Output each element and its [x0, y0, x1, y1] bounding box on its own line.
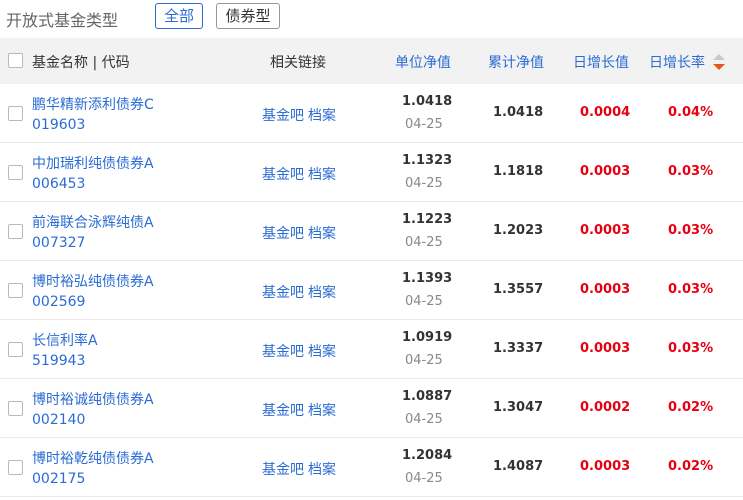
daily-increase-value: 0.0002: [580, 400, 631, 415]
archive-link[interactable]: 档案: [308, 344, 336, 360]
table-row: 博时裕弘纯债债券A 002569 基金吧 档案 1.1393 04-25 1.3557 0.0…: [0, 261, 743, 320]
unit-nav-value: 1.1223: [402, 212, 453, 227]
fund-bar-link[interactable]: 基金吧: [262, 462, 304, 478]
daily-increase-value: 0.0003: [580, 223, 631, 238]
row-checkbox[interactable]: [8, 342, 23, 357]
nav-date: 04-25: [405, 176, 443, 191]
accumulated-nav-value: 1.1818: [493, 164, 544, 179]
table-row: 长信利率A 519943 基金吧 档案 1.0919 04-25 1.3337 0.0003 0…: [0, 320, 743, 379]
daily-growth-rate: 0.03%: [668, 341, 714, 356]
fund-code-link[interactable]: 002175: [32, 471, 85, 487]
unit-nav-value: 1.1393: [402, 271, 453, 286]
row-checkbox[interactable]: [8, 460, 23, 475]
header-daily-inc[interactable]: 日增长值: [573, 52, 629, 72]
accumulated-nav-value: 1.2023: [493, 223, 544, 238]
archive-link[interactable]: 档案: [308, 226, 336, 242]
header-acc-nav[interactable]: 累计净值: [488, 52, 544, 72]
row-checkbox[interactable]: [8, 283, 23, 298]
row-checkbox[interactable]: [8, 106, 23, 121]
fund-bar-link[interactable]: 基金吧: [262, 344, 304, 360]
accumulated-nav-value: 1.0418: [493, 105, 544, 120]
fund-bar-link[interactable]: 基金吧: [262, 167, 304, 183]
fund-code-link[interactable]: 007327: [32, 235, 85, 251]
fund-name-link[interactable]: 中加瑞利纯债债券A: [32, 153, 154, 173]
daily-increase-value: 0.0004: [580, 105, 631, 120]
nav-date: 04-25: [405, 471, 443, 486]
fund-code-link[interactable]: 002140: [32, 412, 85, 428]
daily-increase-value: 0.0003: [580, 282, 631, 297]
fund-table: 基金名称 | 代码 相关链接 单位净值 累计净值 日增长值 日增长率 鹏华精新添…: [0, 38, 743, 497]
table-body: 鹏华精新添利债券C 019603 基金吧 档案 1.0418 04-25 1.0418 0.0…: [0, 84, 743, 497]
related-links: 基金吧 档案: [262, 459, 336, 479]
unit-nav-value: 1.1323: [402, 153, 453, 168]
daily-growth-rate: 0.04%: [668, 105, 714, 120]
accumulated-nav-value: 1.3047: [493, 400, 544, 415]
daily-growth-rate: 0.02%: [668, 400, 714, 415]
fund-code-link[interactable]: 019603: [32, 117, 85, 133]
row-checkbox[interactable]: [8, 401, 23, 416]
unit-nav-value: 1.0887: [402, 389, 453, 404]
select-all-checkbox[interactable]: [8, 53, 23, 68]
row-checkbox[interactable]: [8, 165, 23, 180]
filter-all-button[interactable]: 全部: [155, 3, 203, 29]
daily-growth-rate: 0.02%: [668, 459, 714, 474]
row-checkbox[interactable]: [8, 224, 23, 239]
archive-link[interactable]: 档案: [308, 462, 336, 478]
related-links: 基金吧 档案: [262, 223, 336, 243]
filter-bond-button[interactable]: 债券型: [216, 3, 280, 29]
unit-nav-value: 1.0418: [402, 94, 453, 109]
accumulated-nav-value: 1.4087: [493, 459, 544, 474]
fund-name-link[interactable]: 鹏华精新添利债券C: [32, 94, 154, 114]
header-daily-rate[interactable]: 日增长率: [649, 52, 705, 72]
fund-name-link[interactable]: 长信利率A: [32, 330, 98, 350]
related-links: 基金吧 档案: [262, 341, 336, 361]
related-links: 基金吧 档案: [262, 164, 336, 184]
table-row: 鹏华精新添利债券C 019603 基金吧 档案 1.0418 04-25 1.0418 0.0…: [0, 84, 743, 143]
fund-bar-link[interactable]: 基金吧: [262, 285, 304, 301]
daily-growth-rate: 0.03%: [668, 164, 714, 179]
table-header: 基金名称 | 代码 相关链接 单位净值 累计净值 日增长值 日增长率: [0, 38, 743, 84]
archive-link[interactable]: 档案: [308, 403, 336, 419]
nav-date: 04-25: [405, 235, 443, 250]
sort-desc-icon[interactable]: [712, 53, 726, 71]
filter-title: 开放式基金类型: [6, 11, 119, 30]
nav-date: 04-25: [405, 294, 443, 309]
fund-name-link[interactable]: 博时裕诚纯债债券A: [32, 389, 154, 409]
related-links: 基金吧 档案: [262, 105, 336, 125]
daily-growth-rate: 0.03%: [668, 282, 714, 297]
fund-code-link[interactable]: 519943: [32, 353, 85, 369]
table-row: 前海联合泳辉纯债A 007327 基金吧 档案 1.1223 04-25 1.2023 0.0…: [0, 202, 743, 261]
fund-name-link[interactable]: 博时裕乾纯债债券A: [32, 448, 154, 468]
nav-date: 04-25: [405, 412, 443, 427]
fund-bar-link[interactable]: 基金吧: [262, 403, 304, 419]
related-links: 基金吧 档案: [262, 400, 336, 420]
archive-link[interactable]: 档案: [308, 167, 336, 183]
fund-name-link[interactable]: 博时裕弘纯债债券A: [32, 271, 154, 291]
unit-nav-value: 1.2084: [402, 448, 453, 463]
accumulated-nav-value: 1.3557: [493, 282, 544, 297]
fund-name-link[interactable]: 前海联合泳辉纯债A: [32, 212, 154, 232]
accumulated-nav-value: 1.3337: [493, 341, 544, 356]
table-row: 博时裕乾纯债债券A 002175 基金吧 档案 1.2084 04-25 1.4087 0.0…: [0, 438, 743, 497]
header-nav[interactable]: 单位净值: [395, 52, 451, 72]
fund-code-link[interactable]: 006453: [32, 176, 85, 192]
table-row: 中加瑞利纯债债券A 006453 基金吧 档案 1.1323 04-25 1.1818 0.0…: [0, 143, 743, 202]
fund-bar-link[interactable]: 基金吧: [262, 226, 304, 242]
fund-bar-link[interactable]: 基金吧: [262, 108, 304, 124]
daily-increase-value: 0.0003: [580, 459, 631, 474]
table-row: 博时裕诚纯债债券A 002140 基金吧 档案 1.0887 04-25 1.3047 0.0…: [0, 379, 743, 438]
nav-date: 04-25: [405, 353, 443, 368]
nav-date: 04-25: [405, 117, 443, 132]
header-name-code: 基金名称 | 代码: [32, 55, 130, 71]
archive-link[interactable]: 档案: [308, 108, 336, 124]
daily-increase-value: 0.0003: [580, 164, 631, 179]
related-links: 基金吧 档案: [262, 282, 336, 302]
unit-nav-value: 1.0919: [402, 330, 453, 345]
archive-link[interactable]: 档案: [308, 285, 336, 301]
daily-growth-rate: 0.03%: [668, 223, 714, 238]
fund-type-filter: 开放式基金类型 全部 债券型: [0, 0, 743, 36]
daily-increase-value: 0.0003: [580, 341, 631, 356]
fund-code-link[interactable]: 002569: [32, 294, 85, 310]
header-links: 相关链接: [270, 55, 326, 71]
